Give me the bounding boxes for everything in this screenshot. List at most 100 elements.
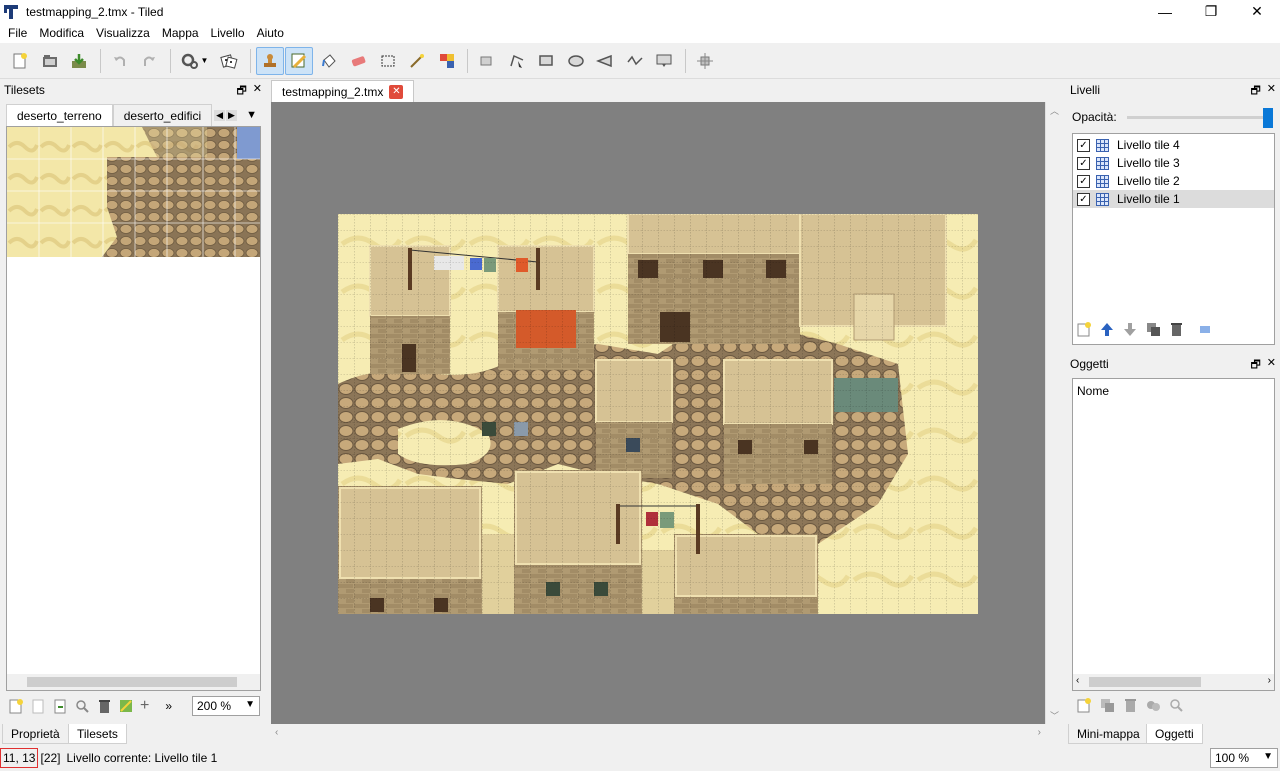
objects-list[interactable]: Nome ‹ ›	[1072, 378, 1275, 691]
insert-tile-button[interactable]	[650, 47, 678, 75]
undo-icon	[113, 56, 125, 66]
layer-visible-checkbox[interactable]: ✓	[1077, 138, 1090, 152]
objects-column-header[interactable]: Nome	[1073, 379, 1274, 403]
layer-row-selected[interactable]: ✓ Livello tile 1	[1073, 190, 1274, 208]
new-map-button[interactable]	[6, 47, 34, 75]
close-panel-icon[interactable]: ✕	[1267, 82, 1276, 101]
menu-mappa[interactable]: Mappa	[156, 23, 205, 43]
tab-mini-mappa[interactable]: Mini-mappa	[1068, 724, 1149, 744]
document-tab[interactable]: testmapping_2.tmx ✕	[271, 80, 415, 102]
arrow-up-icon[interactable]	[1099, 321, 1115, 337]
tab-deserto-terreno[interactable]: deserto_terreno	[6, 104, 113, 126]
move-object-to-layer-icon[interactable]	[1145, 697, 1161, 713]
menu-modifica[interactable]: Modifica	[33, 23, 90, 43]
layers-list[interactable]: ✓ Livello tile 4 ✓ Livello tile 3 ✓ Live…	[1072, 133, 1275, 345]
tab-deserto-edifici[interactable]: deserto_edifici	[112, 104, 213, 126]
opacity-slider-track[interactable]	[1126, 107, 1273, 128]
close-tab-icon[interactable]: ✕	[389, 84, 404, 99]
layer-row[interactable]: ✓ Livello tile 2	[1073, 172, 1274, 190]
tab-scroll-buttons[interactable]: ◀ ▶	[214, 104, 242, 126]
select-objects-button[interactable]	[473, 47, 501, 75]
open-button[interactable]	[36, 47, 64, 75]
embed-tileset-icon[interactable]	[30, 698, 46, 714]
chevron-right-icon[interactable]: ›	[1268, 675, 1271, 686]
move-view-button[interactable]	[691, 47, 719, 75]
terrain-brush-button[interactable]	[285, 46, 313, 75]
layer-visible-checkbox[interactable]: ✓	[1077, 174, 1090, 188]
menu-visualizza[interactable]: Visualizza	[90, 23, 156, 43]
arrow-down-icon[interactable]	[1122, 321, 1138, 337]
command-button[interactable]: ▼	[176, 47, 214, 75]
duplicate-object-icon[interactable]	[1099, 697, 1115, 713]
menu-livello[interactable]: Livello	[205, 23, 251, 43]
bucket-fill-button[interactable]	[315, 47, 343, 75]
map-zoom-select[interactable]: 100 % ▼	[1210, 748, 1278, 768]
map-canvas[interactable]	[271, 102, 1045, 724]
tab-proprieta[interactable]: Proprietà	[2, 724, 69, 744]
chevron-right-icon[interactable]: ▶	[226, 109, 237, 121]
close-panel-icon[interactable]: ✕	[1267, 356, 1276, 375]
edit-polygons-button[interactable]	[503, 47, 531, 75]
float-panel-icon[interactable]: 🗗	[1250, 82, 1260, 101]
scroll-thumb[interactable]	[27, 677, 237, 687]
insert-rectangle-button[interactable]	[532, 47, 560, 75]
undo-button[interactable]	[106, 47, 134, 75]
chevron-left-icon[interactable]: ‹	[275, 727, 278, 738]
objects-hscrollbar[interactable]: ‹ ›	[1073, 674, 1274, 690]
layer-row[interactable]: ✓ Livello tile 4	[1073, 136, 1274, 154]
random-mode-button[interactable]	[215, 47, 243, 75]
save-button[interactable]	[65, 47, 93, 75]
close-panel-icon[interactable]: ✕	[253, 82, 262, 101]
show-hide-layers-icon[interactable]	[1197, 321, 1213, 337]
minimize-button[interactable]: —	[1142, 0, 1188, 23]
tab-list-menu-icon[interactable]: ▼	[246, 104, 257, 126]
magic-wand-button[interactable]	[403, 47, 431, 75]
tileset-properties-icon[interactable]	[74, 698, 90, 714]
layer-visible-checkbox[interactable]: ✓	[1077, 156, 1090, 170]
tab-tilesets[interactable]: Tilesets	[68, 724, 127, 744]
insert-ellipse-button[interactable]	[562, 47, 590, 75]
layer-visible-checkbox[interactable]: ✓	[1077, 192, 1090, 206]
chevron-left-icon[interactable]: ‹	[1076, 675, 1079, 686]
scroll-thumb[interactable]	[1089, 677, 1201, 687]
tileset-view[interactable]	[6, 126, 261, 691]
toolbar-separator	[99, 48, 101, 73]
close-window-button[interactable]: ✕	[1234, 0, 1280, 23]
chevron-right-icon[interactable]: ›	[1038, 727, 1041, 738]
chevron-up-icon[interactable]: ︿	[1050, 104, 1059, 117]
new-object-layer-icon[interactable]	[1076, 697, 1092, 713]
float-panel-icon[interactable]: 🗗	[1250, 356, 1260, 375]
edit-terrain-icon[interactable]	[118, 698, 134, 714]
chevron-down-icon[interactable]: ﹀	[1050, 709, 1059, 722]
tileset-hscrollbar[interactable]	[7, 674, 260, 690]
duplicate-layer-icon[interactable]	[1145, 321, 1161, 337]
tile-map[interactable]	[338, 214, 978, 614]
canvas-vscrollbar[interactable]: ︿ ﹀	[1045, 102, 1063, 724]
opacity-slider-handle[interactable]	[1262, 107, 1273, 128]
export-tileset-icon[interactable]	[52, 698, 68, 714]
tileset-zoom-select[interactable]: 200 % ▼	[192, 696, 260, 716]
redo-button[interactable]	[135, 47, 163, 75]
delete-object-icon[interactable]	[1122, 697, 1138, 713]
object-properties-icon[interactable]	[1168, 697, 1184, 713]
layer-row[interactable]: ✓ Livello tile 3	[1073, 154, 1274, 172]
menu-aiuto[interactable]: Aiuto	[251, 23, 290, 43]
new-layer-icon[interactable]	[1076, 321, 1092, 337]
menu-file[interactable]: File	[2, 23, 33, 43]
delete-layer-icon[interactable]	[1168, 321, 1184, 337]
canvas-hscrollbar[interactable]: ‹ ›	[271, 724, 1045, 744]
chevron-left-icon[interactable]: ◀	[214, 109, 226, 121]
eraser-button[interactable]	[344, 47, 372, 75]
delete-tileset-icon[interactable]	[96, 698, 112, 714]
stamp-brush-button[interactable]	[255, 46, 284, 75]
insert-polyline-button[interactable]	[621, 47, 649, 75]
restore-button[interactable]: ❐	[1188, 0, 1234, 23]
insert-polygon-button[interactable]	[591, 47, 619, 75]
tab-oggetti[interactable]: Oggetti	[1146, 724, 1203, 744]
more-options-icon[interactable]: »	[165, 699, 172, 713]
select-same-tile-button[interactable]	[433, 47, 461, 75]
add-icon[interactable]: +	[140, 697, 149, 715]
rect-select-button[interactable]	[374, 47, 402, 75]
new-tileset-icon[interactable]	[8, 698, 24, 714]
float-panel-icon[interactable]: 🗗	[236, 82, 246, 101]
